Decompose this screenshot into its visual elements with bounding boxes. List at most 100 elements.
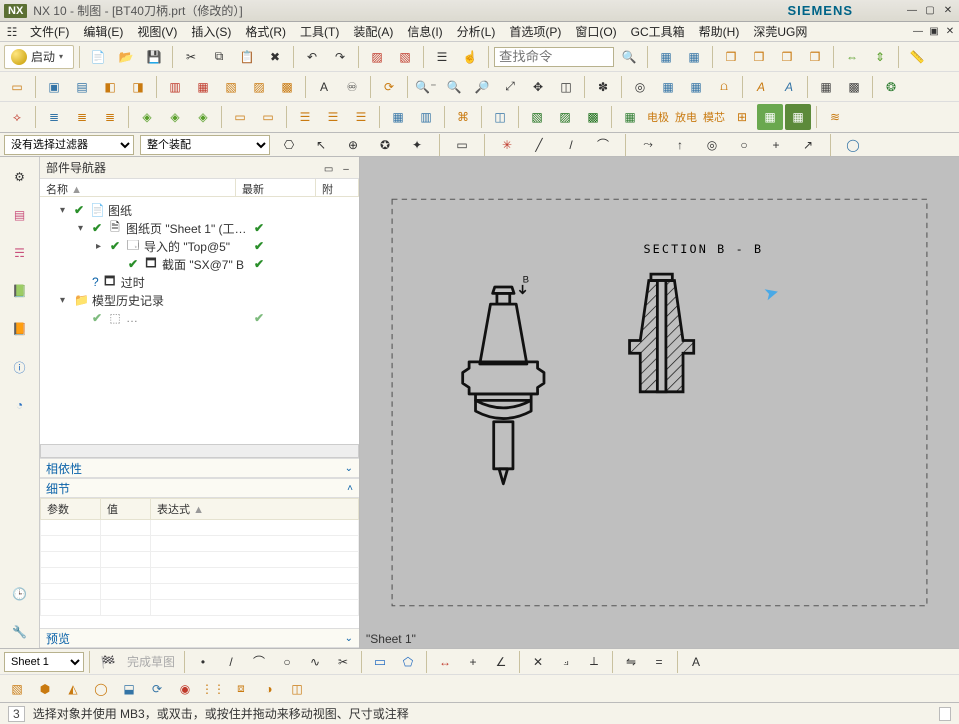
col-value[interactable]: 值 bbox=[101, 499, 151, 520]
sphere-icon[interactable]: ◯ bbox=[88, 676, 114, 702]
undo-button[interactable]: ↶ bbox=[299, 44, 325, 70]
cut-button[interactable]: ✂ bbox=[178, 44, 204, 70]
dependencies-header[interactable]: 相依性⌄ bbox=[40, 458, 359, 478]
snap-perp-icon[interactable]: ↑ bbox=[667, 132, 693, 158]
details-header[interactable]: 细节˄ bbox=[40, 478, 359, 498]
menu-view[interactable]: 视图(V) bbox=[131, 22, 183, 41]
iso2-icon[interactable]: ◈ bbox=[162, 104, 188, 130]
mold-button[interactable]: 模芯 bbox=[701, 104, 727, 130]
paste-button[interactable]: 📋 bbox=[234, 44, 260, 70]
touch-icon[interactable]: ☝ bbox=[457, 44, 483, 70]
tree-sheet[interactable]: ▾✔🗎 图纸页 "Sheet 1" (工… ✔ bbox=[44, 219, 355, 237]
das-button[interactable]: ⊞ bbox=[729, 104, 755, 130]
start-app-button[interactable]: 启动 ▾ bbox=[4, 45, 74, 69]
clock-tab-icon[interactable]: 🕒 bbox=[4, 578, 36, 610]
snap-sphere-icon[interactable]: ◯ bbox=[840, 132, 866, 158]
layer-group2-icon[interactable]: ▦ bbox=[681, 44, 707, 70]
balloon-icon[interactable]: ♾ bbox=[339, 74, 365, 100]
restore-button[interactable]: ▢ bbox=[923, 4, 937, 18]
sf-icon5[interactable]: ✦ bbox=[404, 132, 430, 158]
trim-body-icon[interactable]: ⧈ bbox=[228, 676, 254, 702]
col-expr[interactable]: 表达式 ▲ bbox=[151, 499, 359, 520]
hole-icon[interactable]: ◉ bbox=[172, 676, 198, 702]
dim-angle-icon[interactable]: ∠ bbox=[488, 649, 514, 675]
tool-tab-icon[interactable]: 🔧 bbox=[4, 616, 36, 648]
block-icon[interactable]: ▧ bbox=[4, 676, 30, 702]
snap-end-icon[interactable]: ✳ bbox=[494, 132, 520, 158]
label2-icon[interactable]: ▭ bbox=[255, 104, 281, 130]
menu-info[interactable]: 信息(I) bbox=[401, 22, 448, 41]
do-search-button[interactable]: 🔍 bbox=[616, 44, 642, 70]
sf-icon1[interactable]: ⎔ bbox=[276, 132, 302, 158]
sheet-select[interactable]: Sheet 1 bbox=[4, 652, 84, 672]
slot-icon[interactable]: ⩍ bbox=[711, 74, 737, 100]
sketch-constr2-icon[interactable]: ⇕ bbox=[867, 44, 893, 70]
nav-menu-button[interactable]: ▭ bbox=[322, 164, 336, 175]
shaded-icon[interactable]: ❂ bbox=[878, 74, 904, 100]
copy-button[interactable]: ⧉ bbox=[206, 44, 232, 70]
new-button[interactable]: 📄 bbox=[85, 44, 111, 70]
properties-icon[interactable]: ☰ bbox=[429, 44, 455, 70]
shell-icon[interactable]: ◫ bbox=[284, 676, 310, 702]
reuse-tab-icon[interactable]: 📙 bbox=[4, 313, 36, 345]
tile2-icon[interactable]: ▥ bbox=[413, 104, 439, 130]
tree-history[interactable]: ▾📁 模型历史记录 bbox=[44, 291, 355, 309]
snap-tan-icon[interactable]: ⤳ bbox=[635, 132, 661, 158]
assembly-nav-tab-icon[interactable]: ☴ bbox=[4, 237, 36, 269]
drawing-area[interactable]: SECTION B - B bbox=[360, 157, 959, 648]
zoom-in-icon[interactable]: 🔍 bbox=[441, 74, 467, 100]
col-latest[interactable]: 最新 bbox=[236, 179, 316, 196]
drawing-canvas[interactable]: SECTION B - B bbox=[360, 157, 959, 648]
constr-mirror-icon[interactable]: ⇋ bbox=[618, 649, 644, 675]
zoom-sel-icon[interactable]: ⤢ bbox=[497, 74, 523, 100]
layers1-icon[interactable]: ≣ bbox=[41, 104, 67, 130]
search-input[interactable] bbox=[494, 47, 614, 67]
snap-quad-icon[interactable]: ○ bbox=[731, 132, 757, 158]
hatch-fill-icon[interactable]: ▨ bbox=[364, 44, 390, 70]
stack2-icon[interactable]: ☰ bbox=[320, 104, 346, 130]
col-extra[interactable]: 附 bbox=[316, 179, 359, 196]
iso3-icon[interactable]: ◈ bbox=[190, 104, 216, 130]
hatch2-icon[interactable]: ▨ bbox=[552, 104, 578, 130]
tree-outdated[interactable]: ?🗖 过时 bbox=[44, 273, 355, 291]
assembly-filter-combo[interactable]: 整个装配 bbox=[140, 135, 270, 155]
edm-button[interactable]: 放电 bbox=[673, 104, 699, 130]
detail-grid[interactable]: 参数 值 表达式 ▲ bbox=[40, 498, 359, 628]
nav-close-button[interactable]: – bbox=[339, 164, 353, 175]
proj5-icon[interactable]: ▩ bbox=[274, 74, 300, 100]
orange-text-icon[interactable]: A bbox=[748, 74, 774, 100]
rect-tool-icon[interactable]: ▭ bbox=[367, 649, 393, 675]
menu-analysis[interactable]: 分析(L) bbox=[451, 22, 502, 41]
sketch-line-icon[interactable]: / bbox=[218, 649, 244, 675]
text-note-icon[interactable]: A bbox=[311, 74, 337, 100]
cone-icon[interactable]: ◭ bbox=[60, 676, 86, 702]
col-name[interactable]: 名称 ▲ bbox=[40, 179, 236, 196]
zoom-out-icon[interactable]: 🔎 bbox=[469, 74, 495, 100]
doc-min-button[interactable]: — bbox=[911, 25, 925, 39]
dim-point-icon[interactable]: + bbox=[460, 649, 486, 675]
doc-close-button[interactable]: ✕ bbox=[943, 25, 957, 39]
hatch1-icon[interactable]: ▧ bbox=[524, 104, 550, 130]
constr-perp-icon[interactable]: ⟂ bbox=[581, 649, 607, 675]
constr-tan-icon[interactable]: ⟓ bbox=[553, 649, 579, 675]
doc-restore-button[interactable]: ▣ bbox=[927, 25, 941, 39]
sketch-arc-icon[interactable]: ⌒ bbox=[246, 649, 272, 675]
redo-button[interactable]: ↷ bbox=[327, 44, 353, 70]
pattern-icon[interactable]: ⋮⋮ bbox=[200, 676, 226, 702]
part-navigator-tab-icon[interactable]: ▤ bbox=[4, 199, 36, 231]
measure-icon[interactable]: 📏 bbox=[904, 44, 930, 70]
sketch-trim-icon[interactable]: ✂ bbox=[330, 649, 356, 675]
grid-panel2-icon[interactable]: ▩ bbox=[841, 74, 867, 100]
snap-line-icon[interactable]: / bbox=[558, 132, 584, 158]
menu-edit[interactable]: 编辑(E) bbox=[77, 22, 129, 41]
green-btn2[interactable]: ▦ bbox=[785, 104, 811, 130]
elec-button[interactable]: 电极 bbox=[645, 104, 671, 130]
save-button[interactable]: 💾 bbox=[141, 44, 167, 70]
constr-equal-icon[interactable]: = bbox=[646, 649, 672, 675]
iso1-icon[interactable]: ◈ bbox=[134, 104, 160, 130]
stack3-icon[interactable]: ☰ bbox=[348, 104, 374, 130]
snap-mid-icon[interactable]: ╱ bbox=[526, 132, 552, 158]
blue-text-icon[interactable]: A bbox=[776, 74, 802, 100]
sketch-point-icon[interactable]: • bbox=[190, 649, 216, 675]
page-setup-icon[interactable]: ▭ bbox=[4, 74, 30, 100]
